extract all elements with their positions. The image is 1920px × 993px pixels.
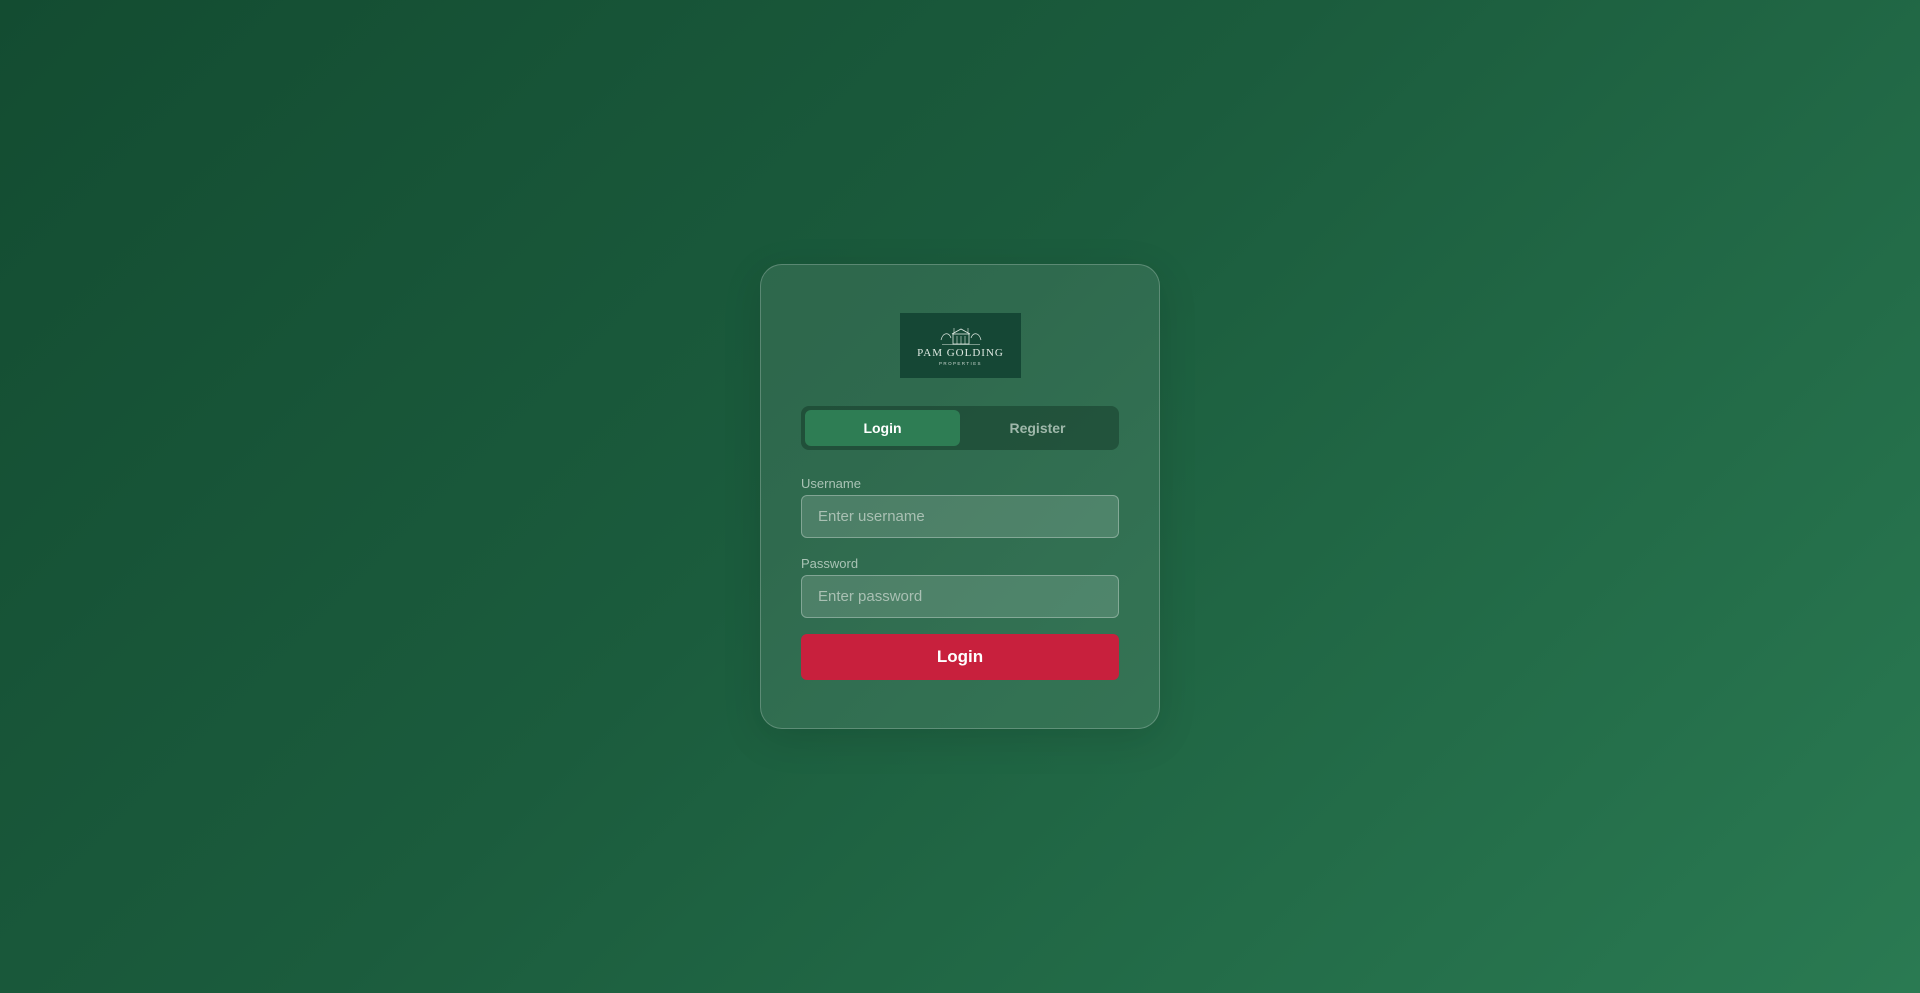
tab-register[interactable]: Register [960, 410, 1115, 446]
login-card: PAM GOLDING PROPERTIES Login Register Us… [760, 264, 1160, 729]
password-label: Password [801, 556, 859, 571]
brand-name: PAM GOLDING [917, 346, 1004, 359]
house-crest-icon [940, 327, 981, 345]
auth-tabs: Login Register [801, 406, 1119, 450]
password-input[interactable] [801, 575, 1119, 618]
username-label: Username [801, 476, 861, 491]
tab-login[interactable]: Login [805, 410, 960, 446]
brand-logo: PAM GOLDING PROPERTIES [900, 313, 1021, 378]
username-input[interactable] [801, 495, 1119, 538]
brand-tagline: PROPERTIES [939, 360, 982, 366]
login-button[interactable]: Login [801, 634, 1119, 680]
